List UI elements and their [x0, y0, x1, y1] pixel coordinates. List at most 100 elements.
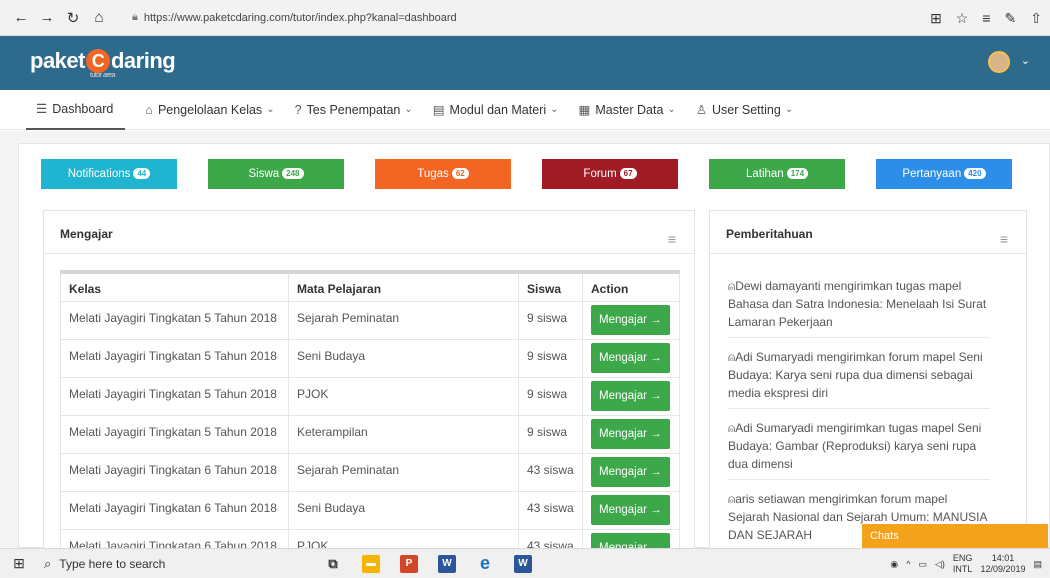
- word-icon[interactable]: W: [514, 554, 532, 573]
- mengajar-button[interactable]: Mengajar →: [591, 381, 670, 411]
- notification-item[interactable]: ⍝Adi Sumaryadi mengirimkan forum mapel S…: [728, 348, 990, 409]
- mengajar-button[interactable]: Mengajar →: [591, 457, 670, 487]
- app-header: paket Cdaring tutor area ⌄: [0, 36, 1050, 90]
- word-icon[interactable]: W: [438, 554, 456, 573]
- clock-time: 14:01: [991, 553, 1015, 563]
- notification-item[interactable]: ⍝Dewi damayanti mengirimkan tugas mapel …: [728, 277, 990, 338]
- notification-item[interactable]: ⍝Adi Sumaryadi mengirimkan tugas mapel S…: [728, 419, 990, 480]
- cell-mata-pelajaran: Seni Budaya: [288, 491, 519, 530]
- search-placeholder: Type here to search: [59, 556, 166, 571]
- forward-icon[interactable]: →: [34, 9, 60, 26]
- menu-label: Dashboard: [52, 101, 114, 116]
- powerpoint-icon[interactable]: P: [400, 554, 418, 573]
- divider: [710, 253, 1026, 254]
- mengajar-button[interactable]: Mengajar →: [591, 343, 670, 373]
- chevron-down-icon: ⌄: [404, 104, 413, 115]
- file-explorer-icon[interactable]: ▬: [362, 554, 380, 573]
- refresh-icon[interactable]: ↻: [60, 9, 86, 27]
- panel-menu-icon[interactable]: ≡: [1000, 231, 1008, 247]
- main-menu: ☰ Dashboard ⌂ Pengelolaan Kelas ⌄ ? Tes …: [0, 90, 1050, 130]
- cell-mata-pelajaran: Sejarah Peminatan: [288, 301, 519, 340]
- mengajar-button[interactable]: Mengajar →: [591, 495, 670, 525]
- tile-notifications[interactable]: Notifications 44: [41, 159, 177, 189]
- menu-tes-penempatan[interactable]: ? Tes Penempatan ⌄: [295, 90, 413, 130]
- cell-siswa: 9 siswa: [518, 339, 583, 378]
- count-badge: 67: [619, 168, 637, 179]
- reading-view-icon[interactable]: ⊞: [930, 10, 942, 27]
- count-badge: 420: [964, 168, 986, 179]
- lock-icon: 🔒︎: [132, 11, 138, 23]
- menu-modul-dan-materi[interactable]: ▤ Modul dan Materi ⌄: [433, 90, 559, 130]
- windows-start-icon[interactable]: ⊞: [0, 555, 38, 572]
- cell-kelas: Melati Jayagiri Tingkatan 5 Tahun 2018: [60, 339, 289, 378]
- pen-icon[interactable]: ✎: [1005, 10, 1017, 27]
- question-icon: ?: [294, 102, 302, 117]
- cell-siswa: 43 siswa: [518, 491, 583, 530]
- cell-siswa: 9 siswa: [518, 415, 583, 454]
- table-row: Melati Jayagiri Tingkatan 5 Tahun 2018 Ke…: [60, 415, 680, 454]
- panel-menu-icon[interactable]: ≡: [668, 231, 676, 247]
- table-row: Melati Jayagiri Tingkatan 5 Tahun 2018 Se…: [60, 339, 680, 378]
- menu-label: User Setting: [712, 102, 781, 117]
- database-icon: ▦: [578, 103, 591, 117]
- system-tray: ◉ ^ ▭ ◁) ENG INTL 14:01 12/09/2019 ▤: [890, 549, 1050, 578]
- menu-pengelolaan-kelas[interactable]: ⌂ Pengelolaan Kelas ⌄: [145, 90, 274, 130]
- address-bar[interactable]: 🔒︎ https://www.paketcdaring.com/tutor/in…: [126, 6, 946, 30]
- edge-icon[interactable]: e: [476, 553, 494, 573]
- hamburger-icon: ☰: [36, 102, 48, 116]
- tile-latihan[interactable]: Latihan 174: [709, 159, 845, 189]
- cell-action: Mengajar →: [582, 377, 680, 416]
- notification-center-icon[interactable]: ▤: [1033, 559, 1042, 570]
- chevron-up-icon[interactable]: ^: [906, 559, 910, 569]
- menu-dashboard[interactable]: ☰ Dashboard: [26, 90, 126, 130]
- language-indicator[interactable]: ENG INTL: [953, 553, 973, 575]
- menu-label: Tes Penempatan: [306, 102, 401, 117]
- favorites-list-icon[interactable]: ≡: [982, 10, 990, 26]
- dashboard-card: Notifications 44 Siswa 248 Tugas 62 Forum 67…: [18, 143, 1050, 568]
- volume-icon[interactable]: ◁): [935, 559, 945, 570]
- cell-mata-pelajaran: Sejarah Peminatan: [288, 453, 519, 492]
- mengajar-button[interactable]: Mengajar →: [591, 419, 670, 449]
- mengajar-button[interactable]: Mengajar →: [591, 305, 670, 335]
- browser-actions: ⊞ ☆ ≡ ✎ ⇧: [930, 0, 1042, 36]
- logo-text-left: paket: [30, 48, 85, 73]
- chevron-down-icon[interactable]: ⌄: [1021, 54, 1030, 67]
- table-row: Melati Jayagiri Tingkatan 5 Tahun 2018 Se…: [60, 301, 680, 340]
- chats-tab[interactable]: Chats: [862, 524, 1048, 548]
- home-icon[interactable]: ⌂: [86, 9, 112, 26]
- battery-icon[interactable]: ▭: [918, 559, 927, 570]
- clock[interactable]: 14:01 12/09/2019: [980, 553, 1025, 575]
- url-text: https://www.paketcdaring.com/tutor/index…: [143, 11, 457, 24]
- taskbar-search[interactable]: ⌕ Type here to search: [38, 549, 310, 578]
- column-header: Kelas: [60, 271, 289, 302]
- task-view-icon[interactable]: ⧉: [324, 555, 342, 573]
- pemberitahuan-panel: Pemberitahuan ≡ ⍝Dewi damayanti mengirim…: [709, 210, 1027, 560]
- count-badge: 62: [451, 168, 469, 179]
- lang-layout: INTL: [952, 564, 973, 574]
- clock-date: 12/09/2019: [980, 564, 1026, 574]
- count-badge: 248: [282, 168, 304, 179]
- back-icon[interactable]: ←: [8, 9, 34, 26]
- logo-subtitle: tutor area: [90, 72, 115, 79]
- tile-label: Siswa: [248, 168, 280, 180]
- tile-pertanyaan[interactable]: Pertanyaan 420: [876, 159, 1012, 189]
- tile-tugas[interactable]: Tugas 62: [375, 159, 511, 189]
- windows-taskbar: ⊞ ⌕ Type here to search ⧉ ▬ P W e W ◉ ^ …: [0, 548, 1050, 578]
- browser-toolbar: ← → ↻ ⌂ 🔒︎ https://www.paketcdaring.com/…: [0, 0, 1050, 36]
- user-avatar[interactable]: [988, 51, 1010, 73]
- favorite-star-icon[interactable]: ☆: [956, 10, 969, 27]
- tile-label: Latihan: [745, 168, 784, 180]
- cell-siswa: 43 siswa: [518, 453, 583, 492]
- cell-action: Mengajar →: [582, 491, 680, 530]
- cell-action: Mengajar →: [582, 415, 680, 454]
- tile-siswa[interactable]: Siswa 248: [208, 159, 344, 189]
- menu-master-data[interactable]: ▦ Master Data ⌄: [579, 90, 676, 130]
- network-icon[interactable]: ◉: [890, 559, 898, 570]
- tile-forum[interactable]: Forum 67: [542, 159, 678, 189]
- logo[interactable]: paket Cdaring tutor area: [30, 48, 176, 79]
- cell-action: Mengajar →: [582, 339, 680, 378]
- table-row: Melati Jayagiri Tingkatan 6 Tahun 2018 Se…: [60, 453, 680, 492]
- share-icon[interactable]: ⇧: [1030, 10, 1042, 27]
- menu-user-setting[interactable]: ♙ User Setting ⌄: [696, 90, 793, 130]
- chevron-down-icon: ⌄: [266, 104, 275, 115]
